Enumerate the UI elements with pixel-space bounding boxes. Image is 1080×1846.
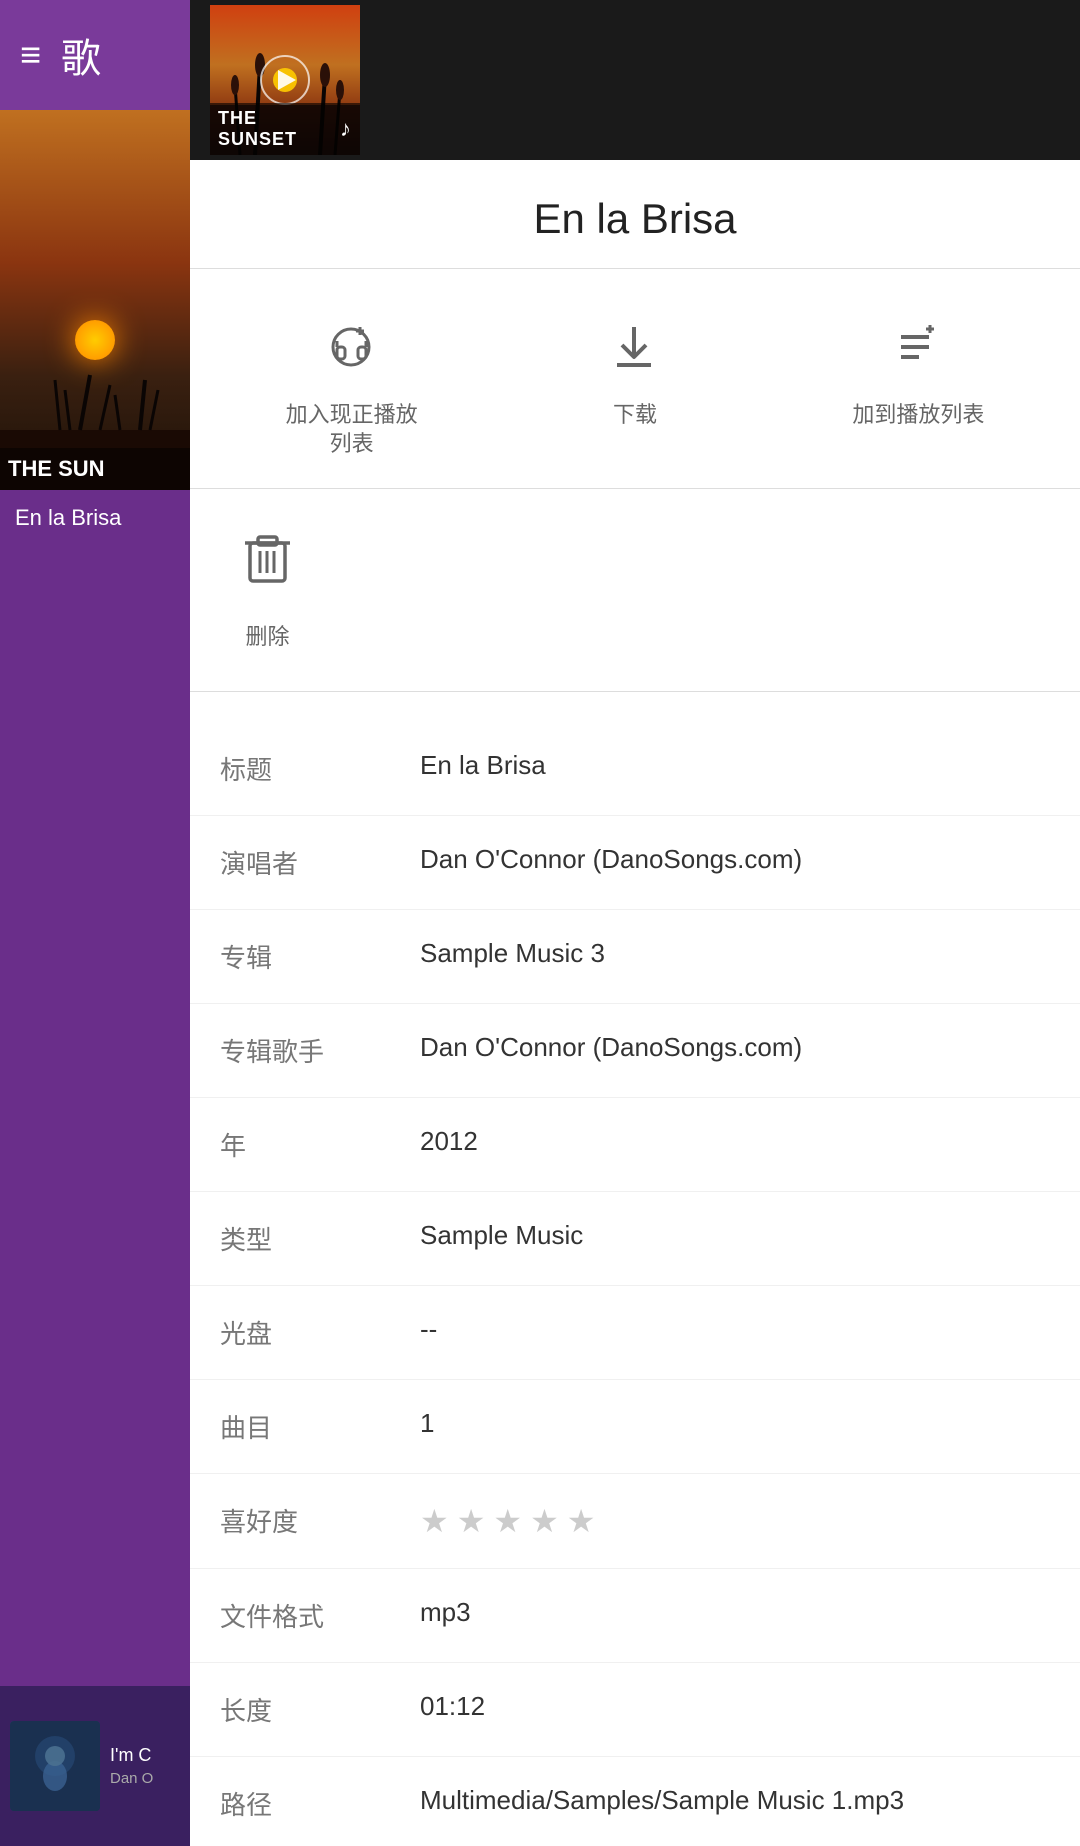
meta-value-album-artist: Dan O'Connor (DanoSongs.com) — [420, 1032, 1050, 1063]
meta-value-year: 2012 — [420, 1126, 1050, 1157]
sidebar-title: 歌 — [61, 26, 101, 84]
delete-row: 删除 — [190, 489, 1080, 692]
mini-player-info: I'm C Dan O — [110, 1745, 180, 1787]
meta-label-rating: 喜好度 — [220, 1502, 420, 1539]
play-button-overlay[interactable] — [260, 55, 310, 105]
mini-player-title: I'm C — [110, 1745, 180, 1766]
download-button[interactable]: 下载 — [493, 309, 776, 468]
metadata-section: 标题 En la Brisa 演唱者 Dan O'Connor (DanoSon… — [190, 692, 1080, 1846]
meta-value-path: Multimedia/Samples/Sample Music 1.mp3 — [420, 1785, 1050, 1816]
star-5[interactable]: ★ — [567, 1502, 596, 1540]
add-to-now-playing-icon — [324, 319, 379, 383]
sidebar-album-image — [0, 110, 190, 490]
meta-row-album: 专辑 Sample Music 3 — [190, 910, 1080, 1004]
meta-value-genre: Sample Music — [420, 1220, 1050, 1251]
now-playing-art: THE SUNSET ♪ — [210, 5, 360, 155]
menu-icon[interactable]: ≡ — [20, 34, 41, 76]
main-panel: THE SUNSET ♪ En la Brisa — [190, 0, 1080, 1846]
meta-value-disc: -- — [420, 1314, 1050, 1345]
sun-decoration — [75, 320, 115, 360]
bottom-mini-player[interactable]: I'm C Dan O — [0, 1686, 190, 1846]
meta-label-album: 专辑 — [220, 938, 420, 975]
song-title-heading: En la Brisa — [220, 195, 1050, 243]
meta-label-year: 年 — [220, 1126, 420, 1163]
meta-row-title: 标题 En la Brisa — [190, 722, 1080, 816]
add-to-now-playing-label: 加入现正播放 列表 — [286, 401, 418, 458]
meta-row-disc: 光盘 -- — [190, 1286, 1080, 1380]
meta-row-duration: 长度 01:12 — [190, 1663, 1080, 1757]
sidebar-header: ≡ 歌 — [0, 0, 190, 110]
download-icon — [607, 319, 662, 383]
delete-label: 删除 — [245, 619, 289, 651]
star-3[interactable]: ★ — [493, 1502, 522, 1540]
meta-value-format: mp3 — [420, 1597, 1050, 1628]
sidebar-album-name: THE SUN — [8, 456, 105, 481]
sunset-text: THE SUNSET — [218, 108, 340, 150]
meta-label-duration: 长度 — [220, 1691, 420, 1728]
music-note-icon: ♪ — [340, 116, 352, 142]
song-name-header: En la Brisa — [190, 160, 1080, 269]
sidebar-album-label: THE SUN — [0, 448, 190, 490]
star-1[interactable]: ★ — [420, 1502, 449, 1540]
meta-value-track: 1 — [420, 1408, 1050, 1439]
mini-player-art — [10, 1721, 100, 1811]
meta-label-track: 曲目 — [220, 1408, 420, 1445]
delete-button[interactable]: 删除 — [210, 519, 325, 661]
meta-value-duration: 01:12 — [420, 1691, 1050, 1722]
meta-label-format: 文件格式 — [220, 1597, 420, 1634]
meta-row-track: 曲目 1 — [190, 1380, 1080, 1474]
meta-value-album: Sample Music 3 — [420, 938, 1050, 969]
download-label: 下载 — [613, 401, 657, 430]
meta-row-rating: 喜好度 ★ ★ ★ ★ ★ — [190, 1474, 1080, 1569]
meta-value-artist: Dan O'Connor (DanoSongs.com) — [420, 844, 1050, 875]
meta-row-format: 文件格式 mp3 — [190, 1569, 1080, 1663]
delete-icon — [240, 529, 295, 601]
meta-label-album-artist: 专辑歌手 — [220, 1032, 420, 1069]
rating-stars[interactable]: ★ ★ ★ ★ ★ — [420, 1502, 1050, 1540]
add-to-playlist-icon — [891, 319, 946, 383]
now-playing-strip: THE SUNSET ♪ — [190, 0, 1080, 160]
meta-row-genre: 类型 Sample Music — [190, 1192, 1080, 1286]
meta-label-artist: 演唱者 — [220, 844, 420, 881]
add-to-now-playing-button[interactable]: 加入现正播放 列表 — [210, 309, 493, 468]
meta-label-genre: 类型 — [220, 1220, 420, 1257]
sidebar-song-title: En la Brisa — [0, 490, 190, 546]
mini-player-artist: Dan O — [110, 1770, 180, 1787]
meta-row-path: 路径 Multimedia/Samples/Sample Music 1.mp3 — [190, 1757, 1080, 1846]
meta-label-title: 标题 — [220, 750, 420, 787]
meta-row-artist: 演唱者 Dan O'Connor (DanoSongs.com) — [190, 816, 1080, 910]
add-to-playlist-button[interactable]: 加到播放列表 — [777, 309, 1060, 468]
star-2[interactable]: ★ — [457, 1502, 486, 1540]
meta-value-title: En la Brisa — [420, 750, 1050, 781]
star-4[interactable]: ★ — [530, 1502, 559, 1540]
meta-label-path: 路径 — [220, 1785, 420, 1822]
meta-value-rating[interactable]: ★ ★ ★ ★ ★ — [420, 1502, 1050, 1540]
meta-label-disc: 光盘 — [220, 1314, 420, 1351]
now-playing-label: THE SUNSET ♪ — [210, 103, 360, 155]
meta-row-album-artist: 专辑歌手 Dan O'Connor (DanoSongs.com) — [190, 1004, 1080, 1098]
meta-row-year: 年 2012 — [190, 1098, 1080, 1192]
sidebar-album-art[interactable]: THE SUN — [0, 110, 190, 490]
actions-row: 加入现正播放 列表 下载 — [190, 269, 1080, 489]
add-to-playlist-label: 加到播放列表 — [852, 401, 984, 430]
